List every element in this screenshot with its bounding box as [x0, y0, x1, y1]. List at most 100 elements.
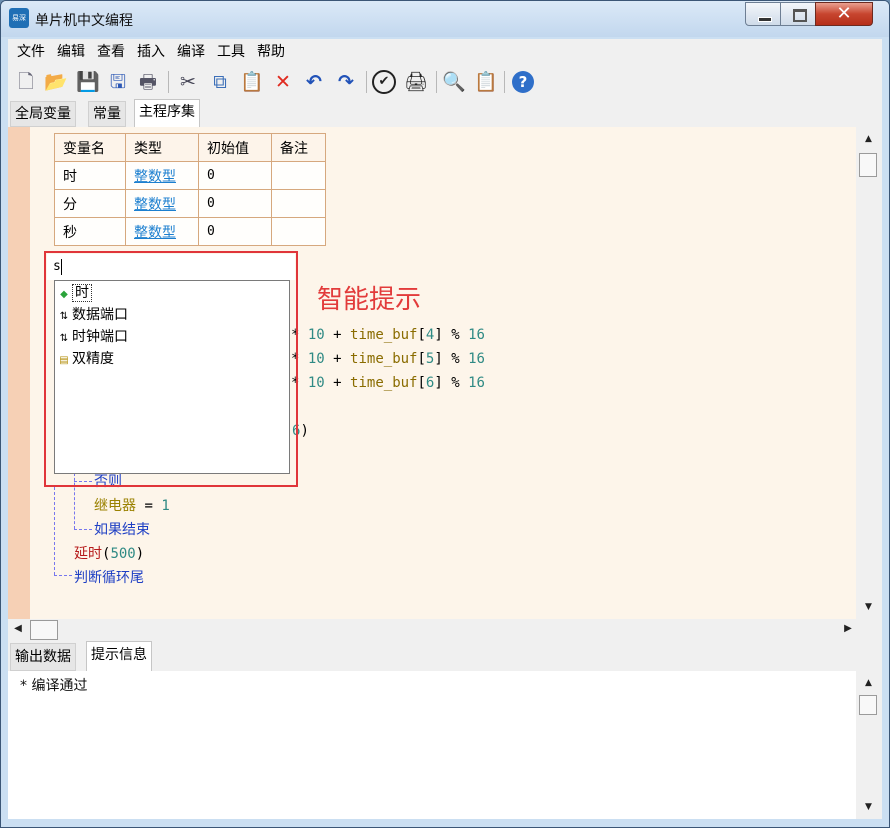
text-caret	[60, 258, 62, 275]
autocomplete-list[interactable]: ◆ 时 ⇅ 数据端口 ⇅ 时钟端口 ▤ 双精度	[54, 280, 290, 474]
scroll-right-icon[interactable]: ▶	[840, 619, 856, 639]
tree-guide	[74, 529, 92, 530]
paste-icon[interactable]: 📋	[240, 70, 264, 94]
var-note[interactable]	[271, 217, 326, 246]
tab-hint-info[interactable]: 提示信息	[86, 641, 152, 672]
var-init[interactable]: 0	[198, 189, 272, 218]
menu-edit[interactable]: 编辑	[57, 39, 85, 65]
scroll-corner	[856, 619, 882, 641]
toolbar-separator	[366, 71, 367, 93]
menu-help[interactable]: 帮助	[257, 39, 285, 65]
menu-bar: 文件 编辑 查看 插入 编译 工具 帮助	[8, 39, 882, 65]
autocomplete-input[interactable]: s	[47, 254, 295, 280]
delete-icon[interactable]: ✕	[271, 70, 295, 94]
output-panel: * 编译通过	[8, 671, 856, 819]
app-logo-icon: 易深	[9, 8, 29, 28]
scroll-thumb[interactable]	[859, 153, 877, 177]
scroll-thumb[interactable]	[859, 695, 877, 715]
editor-vertical-scrollbar[interactable]: ▲ ▼	[856, 127, 882, 619]
scroll-up-icon[interactable]: ▲	[860, 131, 877, 148]
maximize-button[interactable]	[780, 2, 816, 26]
save-icon[interactable]: 💾	[76, 70, 100, 94]
cut-icon[interactable]: ✂	[176, 70, 200, 94]
table-row: 分 整数型 0	[54, 189, 326, 218]
toolbar-separator	[504, 71, 505, 93]
var-init[interactable]: 0	[198, 217, 272, 246]
copy-icon[interactable]: ⧉	[208, 70, 232, 94]
open-folder-icon[interactable]: 📂	[44, 70, 68, 94]
toolbar: 🗋 📂 💾 🖫 🖶 ✂ ⧉ 📋 ✕ ↶ ↷ ✔ 🖨 🔍 📋 ?	[8, 65, 882, 99]
table-row: 时 整数型 0	[54, 161, 326, 190]
var-note[interactable]	[271, 161, 326, 190]
table-header-row: 变量名 类型 初始值 备注	[54, 133, 326, 162]
tab-output-data[interactable]: 输出数据	[10, 643, 76, 671]
variable-icon: ◆	[60, 289, 68, 300]
var-name[interactable]: 时	[54, 161, 126, 190]
tab-main-program[interactable]: 主程序集	[134, 99, 200, 128]
scroll-down-icon[interactable]: ▼	[860, 599, 877, 616]
port-icon: ⇅	[59, 333, 69, 344]
print-icon[interactable]: 🖶	[136, 70, 160, 94]
menu-tools[interactable]: 工具	[217, 39, 245, 65]
code-line: 继电器 = 1	[94, 498, 170, 514]
tab-global-variables[interactable]: 全局变量	[10, 101, 76, 127]
code-line: * 10 + time_buf[6] % 16	[291, 375, 485, 391]
port-icon: ⇅	[59, 311, 69, 322]
var-type[interactable]: 整数型	[125, 217, 199, 246]
var-name[interactable]: 分	[54, 189, 126, 218]
tree-guide	[54, 487, 55, 575]
help-icon[interactable]: ?	[512, 71, 534, 93]
module-tabs: 全局变量 常量 主程序集	[8, 99, 882, 128]
hint-annotation: 智能提示	[317, 285, 422, 315]
main-window: 易深 单片机中文编程 ✕ 文件 编辑 查看 插入 编译 工具 帮助 🗋 📂 💾 🖫 🖶 ✂ …	[0, 0, 890, 828]
menu-insert[interactable]: 插入	[137, 39, 165, 65]
code-line: * 10 + time_buf[4] % 16	[291, 327, 485, 343]
output-tabs: 输出数据 提示信息	[8, 641, 882, 672]
autocomplete-item[interactable]: ◆ 时	[55, 282, 92, 304]
title-bar[interactable]: 易深 单片机中文编程 ✕	[1, 1, 889, 37]
type-link[interactable]: 整数型	[134, 225, 176, 241]
tab-constants[interactable]: 常量	[88, 101, 126, 127]
window-title: 单片机中文编程	[35, 13, 133, 29]
close-button[interactable]: ✕	[815, 2, 873, 26]
find-icon[interactable]: 🔍	[442, 70, 466, 94]
menu-view[interactable]: 查看	[97, 39, 125, 65]
scroll-left-icon[interactable]: ◀	[10, 619, 26, 639]
editor-horizontal-scrollbar[interactable]: ◀ ▶	[8, 619, 856, 641]
minimize-button[interactable]	[745, 2, 781, 26]
col-header-note: 备注	[271, 133, 326, 162]
menu-file[interactable]: 文件	[17, 39, 45, 65]
autocomplete-item[interactable]: ⇅ 时钟端口	[55, 326, 128, 348]
col-header-name: 变量名	[54, 133, 126, 162]
var-init[interactable]: 0	[198, 161, 272, 190]
col-header-init: 初始值	[198, 133, 272, 162]
col-header-type: 类型	[125, 133, 199, 162]
autocomplete-item[interactable]: ▤ 双精度	[55, 348, 114, 370]
type-link[interactable]: 整数型	[134, 169, 176, 185]
toolbar-separator	[436, 71, 437, 93]
var-name[interactable]: 秒	[54, 217, 126, 246]
table-row: 秒 整数型 0	[54, 217, 326, 246]
scroll-down-icon[interactable]: ▼	[860, 799, 877, 816]
clipboard-icon[interactable]: 📋	[474, 70, 498, 94]
tree-guide	[54, 575, 72, 576]
var-note[interactable]	[271, 189, 326, 218]
autocomplete-item[interactable]: ⇅ 数据端口	[55, 304, 128, 326]
close-icon: ✕	[836, 3, 852, 24]
undo-icon[interactable]: ↶	[302, 70, 326, 94]
editor-gutter	[8, 127, 30, 619]
type-link[interactable]: 整数型	[134, 197, 176, 213]
check-icon[interactable]: ✔	[372, 70, 396, 94]
output-vertical-scrollbar[interactable]: ▲ ▼	[856, 671, 882, 819]
save-all-icon[interactable]: 🖫	[106, 70, 130, 94]
scroll-thumb[interactable]	[30, 620, 58, 640]
menu-compile[interactable]: 编译	[177, 39, 205, 65]
code-line: * 10 + time_buf[5] % 16	[291, 351, 485, 367]
var-type[interactable]: 整数型	[125, 189, 199, 218]
download-icon[interactable]: 🖨	[404, 70, 428, 94]
toolbar-separator	[168, 71, 169, 93]
redo-icon[interactable]: ↷	[334, 70, 358, 94]
var-type[interactable]: 整数型	[125, 161, 199, 190]
scroll-up-icon[interactable]: ▲	[860, 675, 877, 692]
new-file-icon[interactable]: 🗋	[14, 70, 38, 94]
